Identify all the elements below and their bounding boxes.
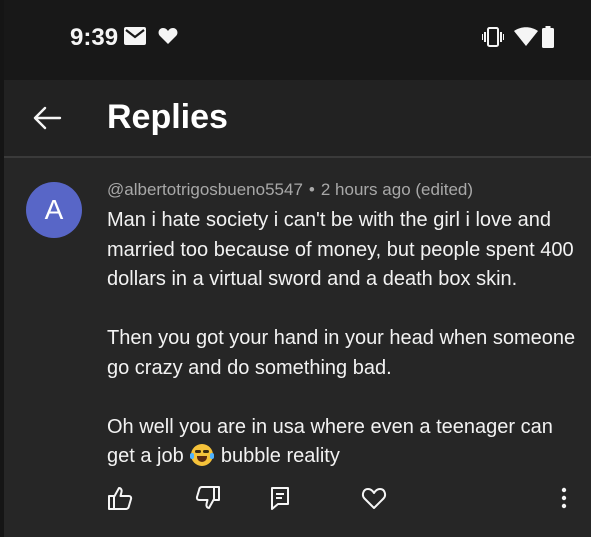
comment-paragraph-tail: bubble reality xyxy=(220,445,340,467)
heart-icon xyxy=(361,488,387,509)
comment-paragraph-last: Oh well you are in usa where even a teen… xyxy=(107,413,577,472)
status-bar: 9:39 xyxy=(4,0,591,80)
comment-body: Man i hate society i can't be with the g… xyxy=(107,206,577,472)
comment-meta: @albertotrigosbueno5547 • 2 hours ago (edi… xyxy=(107,180,473,200)
heart-icon xyxy=(158,27,178,45)
comment-thread: A @albertotrigosbueno5547 • 2 hours ago (e… xyxy=(4,158,591,537)
avatar[interactable]: A xyxy=(26,182,82,238)
laughing-tears-emoji xyxy=(190,444,215,466)
comment-time: 2 hours ago (edited) xyxy=(320,180,474,199)
comment-paragraph: Man i hate society i can't be with the g… xyxy=(107,209,574,290)
vibrate-icon xyxy=(482,27,504,47)
like-icon xyxy=(108,487,133,510)
reply-icon xyxy=(271,487,289,510)
like-button[interactable] xyxy=(106,484,136,514)
status-time: 9:39 xyxy=(70,24,119,51)
meta-separator: • xyxy=(308,180,315,199)
page-title: Replies xyxy=(107,98,228,136)
dislike-icon xyxy=(195,486,220,509)
comment-actions xyxy=(4,484,591,518)
comment-author[interactable]: @albertotrigosbueno5547 xyxy=(107,180,303,199)
battery-icon xyxy=(542,26,554,48)
avatar-letter: A xyxy=(44,194,64,225)
more-vert-icon xyxy=(561,487,567,509)
app-header: Replies xyxy=(4,80,591,158)
app-screen: 9:39 Replies A @albertotrigosbueno5547 •… xyxy=(0,0,591,537)
dislike-button[interactable] xyxy=(194,484,224,514)
wifi-icon xyxy=(514,27,538,47)
reply-button[interactable] xyxy=(266,484,296,514)
more-options-button[interactable] xyxy=(554,484,584,514)
arrow-left-icon xyxy=(33,106,62,130)
mail-icon xyxy=(124,27,146,45)
comment-paragraph: Then you got your hand in your head when… xyxy=(107,327,576,379)
heart-button[interactable] xyxy=(360,484,390,514)
back-button[interactable] xyxy=(28,98,68,138)
